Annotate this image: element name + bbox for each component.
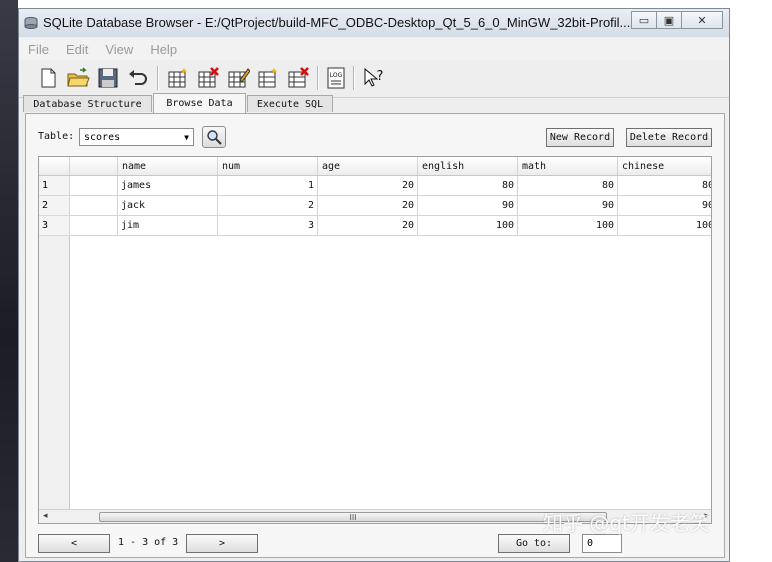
browse-data-panel: Table: scores ▼ New Record Delete Record… [25,113,725,558]
table-cell[interactable]: 100 [517,216,617,236]
scrollbar-thumb[interactable]: III [99,512,607,522]
scroll-left-icon[interactable]: ◂ [43,511,48,521]
table-cell[interactable]: james [117,176,217,196]
desktop-background [0,0,18,562]
whats-this-icon[interactable]: ? [361,65,387,91]
delete-index-icon[interactable] [285,65,311,91]
go-to-input[interactable]: 0 [582,534,622,553]
title-bar[interactable]: SQLite Database Browser - E:/QtProject/b… [19,9,729,37]
create-index-icon[interactable] [255,65,281,91]
new-record-button[interactable]: New Record [546,128,614,147]
close-button[interactable]: ✕ [681,11,723,29]
menu-bar: File Edit View Help [19,38,729,60]
open-database-icon[interactable] [65,65,91,91]
table-cell[interactable]: 80 [417,176,517,196]
row-number[interactable]: 2 [39,196,69,216]
window-controls: ▭ ▣ ✕ [631,11,723,29]
svg-text:?: ? [377,69,384,84]
column-header-row: name num age english math chinese [39,157,711,176]
table-cell[interactable]: 90 [417,196,517,216]
search-icon [207,130,222,145]
table-cell[interactable]: 90 [617,196,711,216]
column-header-name[interactable]: name [117,157,217,175]
tab-browse-data[interactable]: Browse Data [153,93,246,113]
menu-help[interactable]: Help [141,42,185,57]
delete-table-icon[interactable] [195,65,221,91]
tab-execute-sql[interactable]: Execute SQL [247,95,333,112]
table-cell[interactable]: 20 [317,196,417,216]
column-header-math[interactable]: math [517,157,617,175]
table-cell[interactable]: 100 [417,216,517,236]
undo-icon[interactable] [125,65,151,91]
tab-database-structure[interactable]: Database Structure [23,95,152,112]
delete-record-button[interactable]: Delete Record [626,128,712,147]
table-cell[interactable] [69,196,117,216]
row-number[interactable]: 3 [39,216,69,236]
modify-table-icon[interactable] [225,65,251,91]
table-cell[interactable]: 1 [217,176,317,196]
menu-view[interactable]: View [96,42,141,57]
table-cell[interactable]: 20 [317,176,417,196]
column-header[interactable] [69,157,117,175]
toolbar-separator [157,66,159,90]
watermark-text: 知乎 @qt开发老笑 [543,511,710,535]
table-row[interactable]: 2 jack 2 20 90 90 90 [39,196,711,216]
table-row[interactable]: 3 jim 3 20 100 100 100 [39,216,711,236]
window-title: SQLite Database Browser - E:/QtProject/b… [43,15,631,30]
new-database-icon[interactable] [35,65,61,91]
column-header-num[interactable]: num [217,157,317,175]
row-number[interactable]: 1 [39,176,69,196]
record-count: 1 - 3 of 3 [118,537,179,548]
app-window: SQLite Database Browser - E:/QtProject/b… [18,8,730,562]
table-cell[interactable]: jim [117,216,217,236]
table-cell[interactable]: 80 [617,176,711,196]
table-row[interactable]: 1 james 1 20 80 80 80 [39,176,711,196]
table-cell[interactable]: 90 [517,196,617,216]
log-label: LOG [330,72,343,79]
table-cell[interactable]: 2 [217,196,317,216]
log-icon[interactable]: LOG [323,65,349,91]
search-button[interactable] [202,126,226,148]
column-header-chinese[interactable]: chinese [617,157,711,175]
table-cell[interactable] [69,216,117,236]
table-cell[interactable] [69,176,117,196]
column-header-english[interactable]: english [417,157,517,175]
table-select[interactable]: scores ▼ [79,128,194,146]
toolbar-separator [353,66,355,90]
save-icon[interactable] [95,65,121,91]
table-cell[interactable]: 100 [617,216,711,236]
menu-edit[interactable]: Edit [57,42,96,57]
data-grid: name num age english math chinese 1 jame… [38,156,712,524]
toolbar-separator [317,66,319,90]
table-cell[interactable]: 3 [217,216,317,236]
minimize-button[interactable]: ▭ [631,11,657,29]
go-to-button[interactable]: Go to: [498,534,570,553]
toolbar: LOG ? [19,61,729,98]
dropdown-arrow-icon: ▼ [184,133,189,142]
create-table-icon[interactable] [165,65,191,91]
next-page-button[interactable]: > [186,534,258,553]
maximize-button[interactable]: ▣ [656,11,682,29]
column-header-age[interactable]: age [317,157,417,175]
table-cell[interactable]: 80 [517,176,617,196]
database-app-icon [24,17,38,29]
table-select-value: scores [84,131,121,143]
table-label: Table: [38,131,75,142]
table-cell[interactable]: jack [117,196,217,216]
table-cell[interactable]: 20 [317,216,417,236]
previous-page-button[interactable]: < [38,534,110,553]
menu-file[interactable]: File [19,42,57,57]
